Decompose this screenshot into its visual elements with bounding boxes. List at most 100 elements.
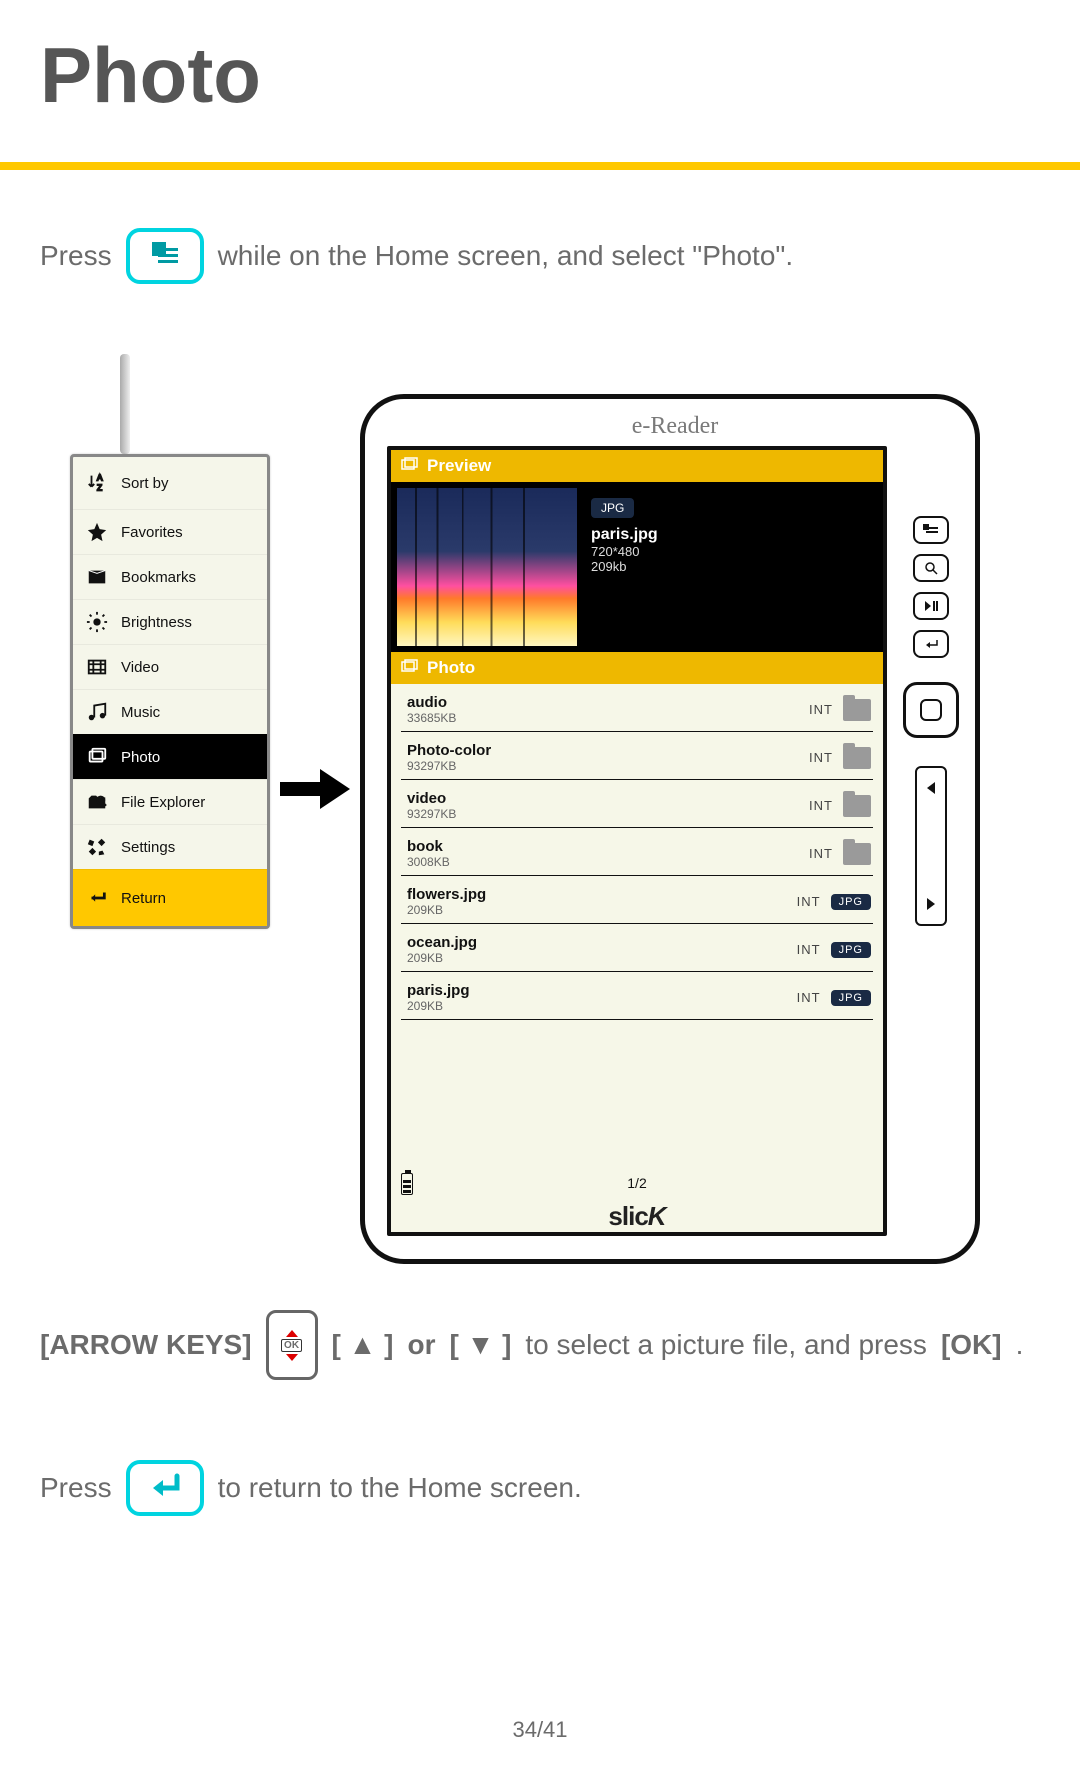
side-btn-ok[interactable] xyxy=(903,682,959,738)
file-explorer-icon xyxy=(85,790,109,814)
menu-label: File Explorer xyxy=(121,794,205,811)
device-side-controls xyxy=(899,446,963,1236)
file-name: video xyxy=(407,790,456,807)
popup-menu: AZ Sort by Favorites Bookmarks xyxy=(70,454,270,929)
file-row[interactable]: paris.jpg209KB INTJPG xyxy=(401,972,873,1020)
device-screen: Preview JPG paris.jpg 720*480 209kb xyxy=(387,446,887,1236)
folder-icon xyxy=(843,747,871,769)
file-loc: INT xyxy=(797,894,821,909)
side-btn-back[interactable] xyxy=(913,630,949,658)
arrow-up-icon xyxy=(286,1330,298,1337)
menu-item-file-explorer[interactable]: File Explorer xyxy=(73,779,267,824)
preview-header: Preview xyxy=(391,450,883,482)
header-band: Photo xyxy=(0,0,1080,170)
music-icon xyxy=(85,700,109,724)
device-title: e-Reader xyxy=(387,413,963,440)
file-row[interactable]: Photo-color93297KB INT xyxy=(401,732,873,780)
file-size: 209KB xyxy=(407,903,486,917)
press-text: Press xyxy=(40,240,112,272)
preview-filename: paris.jpg xyxy=(591,526,658,544)
arrow-keys-label: [ARROW KEYS] xyxy=(40,1329,252,1361)
star-icon xyxy=(85,520,109,544)
pagination: 1/2 xyxy=(627,1175,646,1191)
side-btn-menu[interactable] xyxy=(913,516,949,544)
side-nav-strip[interactable] xyxy=(915,766,947,926)
side-btn-playpause[interactable] xyxy=(913,592,949,620)
video-icon xyxy=(85,655,109,679)
arrow-down-icon xyxy=(286,1354,298,1361)
menu-label: Sort by xyxy=(121,475,169,492)
menu-item-bookmarks[interactable]: Bookmarks xyxy=(73,554,267,599)
back-icon xyxy=(145,1470,185,1507)
file-row[interactable]: flowers.jpg209KB INTJPG xyxy=(401,876,873,924)
line2-text-b: . xyxy=(1016,1329,1024,1361)
file-row[interactable]: book3008KB INT xyxy=(401,828,873,876)
device-brand: slicK xyxy=(391,1201,883,1232)
file-row[interactable]: ocean.jpg209KB INTJPG xyxy=(401,924,873,972)
brightness-icon xyxy=(85,610,109,634)
side-btn-zoom[interactable] xyxy=(913,554,949,582)
menu-label: Return xyxy=(121,890,166,907)
page-number: 34/41 xyxy=(0,1717,1080,1743)
menu-label: Brightness xyxy=(121,614,192,631)
file-size: 3008KB xyxy=(407,855,450,869)
nav-next-icon xyxy=(927,898,935,910)
or-text: or xyxy=(407,1329,435,1361)
page-title: Photo xyxy=(40,30,1040,121)
photos-icon xyxy=(401,456,419,476)
sort-icon: AZ xyxy=(85,471,109,495)
menu-item-photo[interactable]: Photo xyxy=(73,734,267,779)
back-button-icon xyxy=(126,1460,204,1516)
preview-badge: JPG xyxy=(591,498,634,518)
ok-button-icon: OK xyxy=(266,1310,318,1380)
folder-icon xyxy=(843,843,871,865)
instruction-line-2: [ARROW KEYS] OK [ ▲ ] or [ ▼ ] to select… xyxy=(40,1310,1040,1380)
menu-item-sortby[interactable]: AZ Sort by xyxy=(73,457,267,509)
menu-label: Music xyxy=(121,704,160,721)
jpg-badge: JPG xyxy=(831,942,871,958)
up-glyph: [ ▲ ] xyxy=(332,1329,394,1361)
photo-icon xyxy=(85,745,109,769)
menu-item-music[interactable]: Music xyxy=(73,689,267,734)
preview-thumbnail xyxy=(397,488,577,646)
file-loc: INT xyxy=(809,798,833,813)
menu-label: Settings xyxy=(121,839,175,856)
file-loc: INT xyxy=(797,990,821,1005)
menu-item-settings[interactable]: Settings xyxy=(73,824,267,869)
file-name: audio xyxy=(407,694,456,711)
svg-text:Z: Z xyxy=(97,483,102,492)
file-loc: INT xyxy=(809,702,833,717)
menu-item-favorites[interactable]: Favorites xyxy=(73,509,267,554)
file-row[interactable]: video93297KB INT xyxy=(401,780,873,828)
return-icon xyxy=(85,886,109,910)
menu-label: Bookmarks xyxy=(121,569,196,586)
menu-item-return[interactable]: Return xyxy=(73,869,267,926)
file-name: Photo-color xyxy=(407,742,491,759)
svg-text:A: A xyxy=(97,473,103,482)
file-size: 93297KB xyxy=(407,759,491,773)
photo-header: Photo xyxy=(391,652,883,684)
press-text: Press xyxy=(40,1472,112,1504)
menu-item-video[interactable]: Video xyxy=(73,644,267,689)
file-name: flowers.jpg xyxy=(407,886,486,903)
settings-icon xyxy=(85,835,109,859)
preview-dimensions: 720*480 xyxy=(591,544,658,559)
menu-item-brightness[interactable]: Brightness xyxy=(73,599,267,644)
instruction-1-suffix: while on the Home screen, and select "Ph… xyxy=(218,240,794,272)
status-bar: 1/2 xyxy=(391,1168,883,1195)
preview-header-label: Preview xyxy=(427,456,491,476)
ok-label: [OK] xyxy=(941,1329,1002,1361)
file-size: 33685KB xyxy=(407,711,456,725)
instruction-line-1: Press while on the Home screen, and sele… xyxy=(40,228,1040,284)
menu-label: Video xyxy=(121,659,159,676)
folder-icon xyxy=(843,699,871,721)
file-size: 209KB xyxy=(407,999,470,1013)
diagram: AZ Sort by Favorites Bookmarks xyxy=(40,404,1040,1304)
menu-label: Photo xyxy=(121,749,160,766)
preview-pane: JPG paris.jpg 720*480 209kb xyxy=(391,482,883,652)
menu-label: Favorites xyxy=(121,524,183,541)
file-row[interactable]: audio33685KB INT xyxy=(401,684,873,732)
file-list: audio33685KB INT Photo-color93297KB INT … xyxy=(391,684,883,1168)
bookmark-icon xyxy=(85,565,109,589)
down-glyph: [ ▼ ] xyxy=(449,1329,511,1361)
